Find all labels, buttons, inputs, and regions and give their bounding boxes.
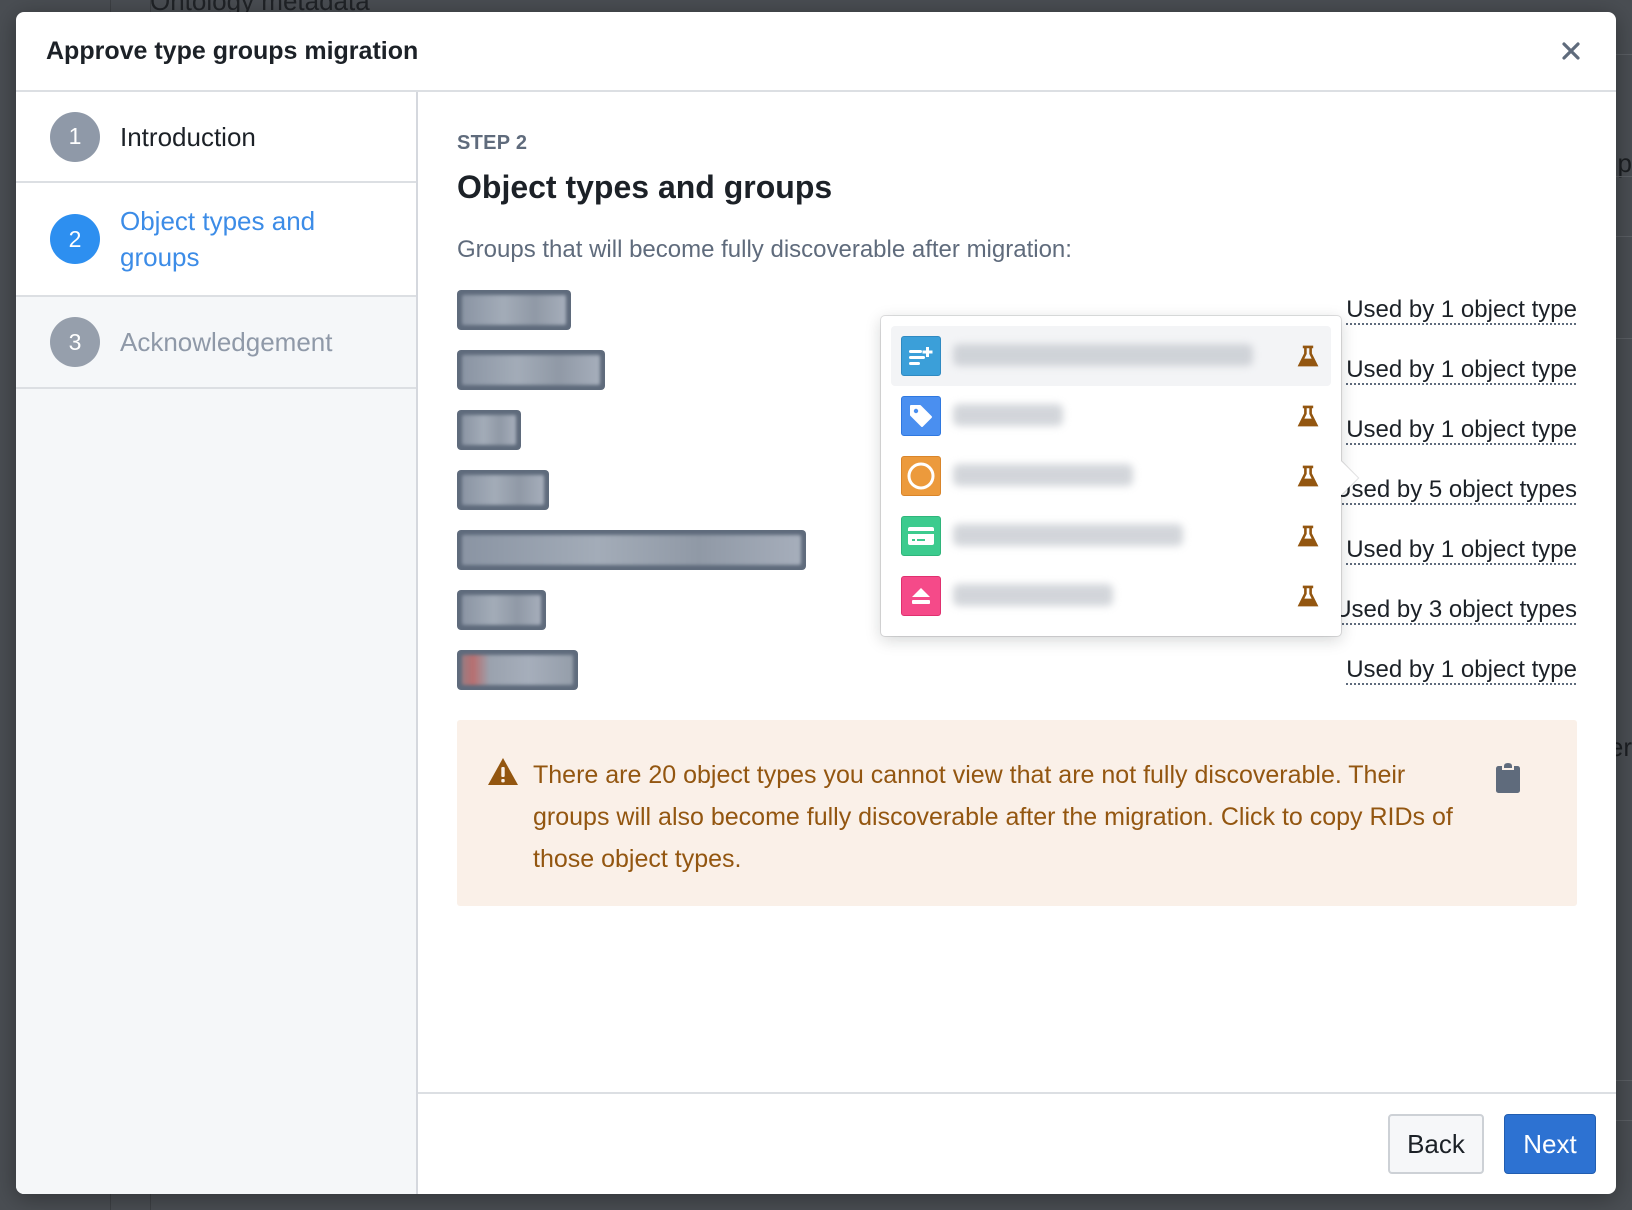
back-button[interactable]: Back [1388,1114,1484,1174]
next-button[interactable]: Next [1504,1114,1596,1174]
background-divider [1614,1120,1632,1121]
group-usage-link[interactable]: Used by 1 object type [1346,416,1577,444]
group-name-redacted [462,595,541,625]
object-type-name-redacted [953,524,1285,548]
object-type-icon-badge [901,396,941,436]
tag-icon [910,405,932,427]
step-object-types-and-groups[interactable]: 2 Object types and groups [16,183,416,297]
dialog-title: Approve type groups migration [46,36,419,65]
step-acknowledgement[interactable]: 3 Acknowledgement [16,297,416,389]
dialog-header: Approve type groups migration [16,12,1616,92]
step-label: Introduction [120,121,256,152]
step-kicker: STEP 2 [457,132,528,154]
background-divider [1614,1080,1632,1081]
credit-card-icon [908,527,934,545]
migration-dialog: Approve type groups migration 1 Introduc… [16,12,1616,1194]
group-name-redacted [462,355,600,385]
experimental-flask-icon [1297,585,1319,607]
object-type-icon-badge [901,336,941,376]
object-type-icon-badge [901,516,941,556]
object-type-item[interactable] [891,446,1331,506]
object-type-name-redacted [953,344,1285,368]
group-name-redacted [462,475,544,505]
object-type-item[interactable] [891,386,1331,446]
step-number-badge: 2 [50,214,100,264]
background-divider [1614,54,1632,55]
warning-sign-icon [488,758,518,785]
object-type-icon-badge [901,576,941,616]
object-type-item[interactable] [891,566,1331,626]
background-text-fragment: p [1617,148,1632,178]
group-tag[interactable] [457,290,571,330]
group-tag[interactable] [457,650,578,690]
background-divider [1614,236,1632,237]
dialog-footer: Back Next [418,1092,1616,1194]
circle-icon [907,462,935,490]
object-type-name-redacted [953,464,1285,488]
object-type-icon-badge [901,456,941,496]
eject-icon [912,588,930,604]
group-tag[interactable] [457,350,605,390]
background-divider [1614,176,1632,177]
step-title: Object types and groups [457,169,833,205]
object-type-item[interactable] [891,506,1331,566]
step-number-badge: 3 [50,317,100,367]
experimental-flask-icon [1297,465,1319,487]
close-icon [1562,42,1580,60]
group-usage-link[interactable]: Used by 3 object types [1334,596,1577,624]
object-types-popover [881,316,1358,636]
warning-callout: There are 20 object types you cannot vie… [457,720,1577,906]
step-introduction[interactable]: 1 Introduction [16,92,416,183]
clipboard-icon [1496,760,1520,793]
experimental-flask-icon [1297,525,1319,547]
group-name-redacted [462,535,801,565]
group-usage-link[interactable]: Used by 1 object type [1346,356,1577,384]
warning-text: There are 20 object types you cannot vie… [533,761,1453,873]
group-name-redacted [462,295,566,325]
group-tag[interactable] [457,530,806,570]
group-usage-link[interactable]: Used by 5 object types [1334,476,1577,504]
group-tag[interactable] [457,410,521,450]
step-content: STEP 2 Object types and groups Groups th… [418,92,1616,1194]
group-tag[interactable] [457,470,549,510]
group-name-redacted [462,415,516,445]
copy-rids-button[interactable] [1495,760,1521,794]
stepper-sidebar: 1 Introduction 2 Object types and groups… [16,92,418,1194]
background-divider [1614,338,1632,339]
close-button[interactable] [1556,36,1586,66]
experimental-flask-icon [1297,405,1319,427]
step-label: Object types and groups [120,206,316,272]
experimental-flask-icon [1297,345,1319,367]
object-type-item[interactable] [891,326,1331,386]
group-usage-link[interactable]: Used by 1 object type [1346,296,1577,324]
group-usage-link[interactable]: Used by 1 object type [1346,536,1577,564]
groups-list: Used by 1 object type Used by 1 object t… [457,280,1577,700]
group-usage-link[interactable]: Used by 1 object type [1346,656,1577,684]
group-name-redacted [462,655,573,685]
list-add-icon [909,347,933,365]
step-number-badge: 1 [50,111,100,162]
object-type-name-redacted [953,404,1285,428]
object-type-name-redacted [953,584,1285,608]
group-tag[interactable] [457,590,546,630]
group-row: Used by 1 object type [457,640,1577,700]
step-label: Acknowledgement [120,327,333,357]
groups-intro-text: Groups that will become fully discoverab… [457,236,1072,263]
